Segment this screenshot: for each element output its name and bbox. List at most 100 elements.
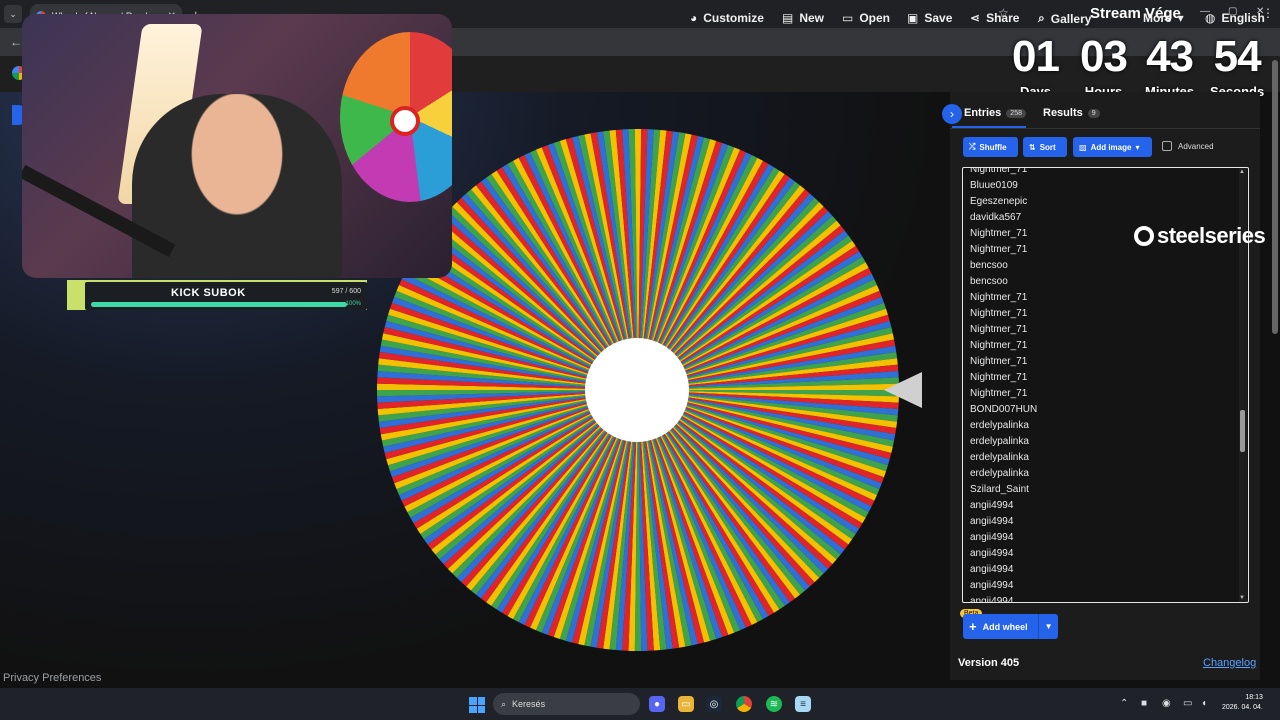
globe-icon: ◍ — [1205, 11, 1216, 25]
entry-line: Nightmer_71 — [970, 388, 1028, 399]
header-button-share[interactable]: ⋖ Share — [970, 11, 1019, 25]
kick-subs-progress — [91, 302, 347, 307]
add-image-button[interactable]: ▨ Add image ▾ — [1073, 137, 1152, 157]
steelseries-logo: steelseries — [1134, 223, 1266, 249]
windows-start-icon[interactable] — [469, 697, 485, 713]
shuffle-icon: ⤮ — [969, 142, 976, 151]
collapse-panel-button[interactable]: › — [942, 104, 962, 124]
privacy-preferences-link[interactable]: Privacy Preferences — [3, 672, 101, 684]
entry-line: bencsoo — [970, 260, 1008, 271]
taskbar-search-label: Keresés — [512, 699, 546, 709]
entry-line: angii4994 — [970, 596, 1014, 603]
plus-icon: + — [969, 619, 977, 634]
add-wheel-button[interactable]: + Add wheel ▼ — [963, 614, 1058, 639]
wheel[interactable] — [376, 128, 900, 652]
shuffle-button[interactable]: ⤮ Shuffle — [963, 137, 1018, 157]
chevron-down-icon: ▾ — [1177, 11, 1184, 25]
tab-results-label: Results — [1043, 107, 1083, 119]
entry-line: angii4994 — [970, 532, 1014, 543]
advanced-checkbox[interactable] — [1162, 141, 1172, 151]
add-wheel-separator — [1037, 614, 1039, 639]
header-button-label: Share — [986, 11, 1020, 25]
taskbar-clock[interactable]: 18:13 2026. 04. 04. — [1222, 693, 1263, 713]
search-icon: ⌕ — [1038, 11, 1045, 25]
header-button-label: Gallery — [1050, 11, 1092, 26]
page-scrollbar[interactable] — [1272, 60, 1278, 334]
chrome-icon[interactable] — [736, 696, 752, 712]
wheel-pointer-icon — [884, 372, 922, 408]
taskbar-time: 18:13 — [1245, 694, 1263, 701]
entry-line: erdelypalinka — [970, 452, 1029, 463]
countdown-hours-value: 03 — [1080, 32, 1128, 81]
image-icon: ▨ — [1079, 142, 1087, 152]
countdown-seconds: 54 Seconds — [1210, 30, 1264, 99]
sort-button[interactable]: ⇅ Sort — [1023, 137, 1067, 157]
entry-line: erdelypalinka — [970, 420, 1029, 431]
countdown-hours: 03 Hours — [1080, 30, 1128, 99]
header-button-customize[interactable]: ◕ Customize — [690, 11, 764, 25]
chevron-down-icon[interactable]: ▼ — [1045, 622, 1053, 631]
entry-line: Nightmer_71 — [970, 372, 1028, 383]
add-image-label: Add image — [1090, 142, 1132, 152]
tray-discord-icon[interactable]: ◉ — [1162, 698, 1171, 709]
taskbar-search[interactable]: ⌕ Keresés — [493, 693, 640, 715]
entry-line: Bluue0109 — [970, 180, 1018, 191]
kick-subs-widget: KICK SUBOK 597 / 600 100% — [67, 280, 367, 310]
panel-divider — [950, 128, 1260, 129]
volume-icon[interactable]: ◖ — [1201, 698, 1207, 709]
file-explorer-icon[interactable]: ▭ — [678, 696, 694, 712]
tray-app-icon[interactable]: ■ — [1141, 698, 1147, 709]
webcam-overlay — [22, 14, 452, 278]
steam-icon[interactable]: ◎ — [706, 696, 722, 712]
entries-scroll-thumb[interactable] — [1240, 410, 1245, 452]
advanced-label: Advanced — [1178, 141, 1214, 151]
shuffle-label: Shuffle — [979, 142, 1007, 152]
folder-icon: ▭ — [842, 11, 854, 25]
scroll-down-icon[interactable]: ▼ — [1239, 595, 1245, 601]
kick-subs-title: KICK SUBOK — [171, 287, 246, 299]
countdown-days-value: 01 — [1012, 32, 1060, 81]
entry-line: angii4994 — [970, 564, 1014, 575]
tab-results-count: 9 — [1087, 108, 1100, 118]
entry-line: BOND007HUN — [970, 404, 1038, 415]
notepad-icon[interactable]: ≡ — [795, 696, 811, 712]
changelog-link[interactable]: Changelog — [1203, 657, 1256, 669]
entry-line: angii4994 — [970, 516, 1014, 527]
save-icon: ▣ — [907, 11, 919, 25]
version-label: Version 405 — [958, 657, 1020, 669]
entry-line: davidka567 — [970, 212, 1022, 223]
new-file-icon: ▤ — [782, 11, 794, 25]
sort-label: Sort — [1039, 142, 1056, 152]
steelseries-gear-icon — [1134, 226, 1154, 246]
advanced-toggle[interactable]: Advanced — [1162, 141, 1214, 151]
back-arrow-icon[interactable]: ← — [10, 35, 22, 49]
webcam-wheel-hub — [390, 106, 420, 136]
entry-line: Nightmer_71 — [970, 356, 1028, 367]
network-icon[interactable]: ▭ — [1183, 698, 1192, 709]
entry-line: Szilard_Saint — [970, 484, 1029, 495]
header-button-english[interactable]: ◍ English — [1205, 11, 1265, 25]
header-button-label: New — [799, 11, 825, 25]
search-icon: ⌕ — [501, 698, 507, 709]
tab-results[interactable]: Results 9 — [1043, 107, 1100, 119]
header-button-open[interactable]: ▭ Open — [842, 11, 890, 25]
tab-search-button[interactable]: ⌄ — [4, 5, 22, 23]
chevron-down-icon: ▾ — [1135, 142, 1140, 152]
header-button-new[interactable]: ▤ New — [782, 11, 824, 25]
countdown-seconds-value: 54 — [1213, 32, 1262, 81]
discord-icon[interactable]: ● — [649, 696, 665, 712]
tab-entries[interactable]: Entries 258 — [964, 107, 1026, 119]
header-button-save[interactable]: ▣ Save — [907, 11, 952, 25]
taskbar-date: 2026. 04. 04. — [1222, 704, 1263, 711]
entry-line: Nightmer_71 — [970, 292, 1028, 303]
tray-chevron-icon[interactable]: ⌃ — [1120, 698, 1128, 709]
spotify-icon[interactable]: ≋ — [766, 696, 782, 712]
wheel-hub[interactable] — [585, 338, 689, 442]
add-wheel-label: Add wheel — [982, 621, 1028, 632]
header-button-gallery[interactable]: ⌕ Gallery — [1038, 11, 1091, 26]
wheel-svg[interactable] — [376, 128, 900, 652]
scroll-up-icon[interactable]: ▲ — [1239, 169, 1245, 175]
header-button-more[interactable]: More ▾ — [1143, 11, 1184, 25]
share-icon: ⋖ — [970, 11, 981, 25]
entry-line: Nightmer_71 — [970, 340, 1028, 351]
